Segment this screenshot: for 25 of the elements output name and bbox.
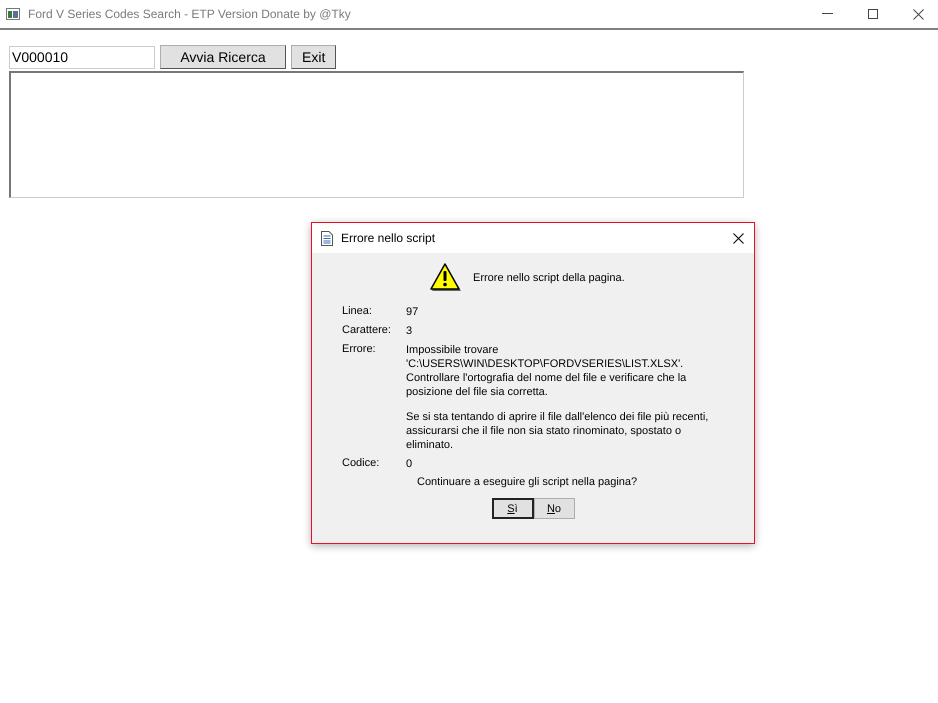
close-icon[interactable] (733, 232, 744, 244)
field-value: Impossibile trovare 'C:\USERS\WIN\DESKTOP\FORDVSERIES\LIST.XLSX'. Controllare l'ortografia del nome del file e verificare che la posizione del file sia corretta. (406, 343, 688, 399)
error-heading: Errore nello script della pagina. (473, 272, 625, 284)
window-title: Ford V Series Codes Search - ETP Version Donate by @Tky (28, 7, 351, 21)
field-note: Se si sta tentando di aprire il file dall'elenco dei file più recenti, assicurarsi che il file non sia stato rinominato, spostato o eliminato. (406, 410, 710, 452)
toolbar-button[interactable]: Exit (291, 45, 336, 69)
maximize-icon[interactable] (868, 9, 878, 19)
close-icon[interactable] (913, 8, 924, 20)
field-value: 3 (406, 324, 414, 338)
question-text: Continuare a eseguire gli script nella pagina? (416, 476, 638, 488)
field-label: Linea: (342, 305, 373, 319)
toolbar-button[interactable]: Avvia Ricerca (160, 45, 286, 69)
field-label: Carattere: (342, 324, 392, 338)
dialog-button[interactable]: Sì (492, 498, 534, 519)
field-value: 0 (406, 457, 414, 471)
dialog-title: Errore nello script (341, 231, 436, 245)
minimize-icon[interactable] (822, 13, 833, 15)
warning-icon (429, 263, 463, 293)
dialog-button[interactable]: No (534, 498, 574, 519)
field-value: 97 (406, 305, 420, 319)
document-icon (321, 230, 333, 246)
app-icon (6, 8, 20, 20)
field-label: Codice: (342, 457, 380, 471)
search-field[interactable]: V000010 (9, 46, 155, 68)
field-label: Errore: (342, 343, 377, 357)
